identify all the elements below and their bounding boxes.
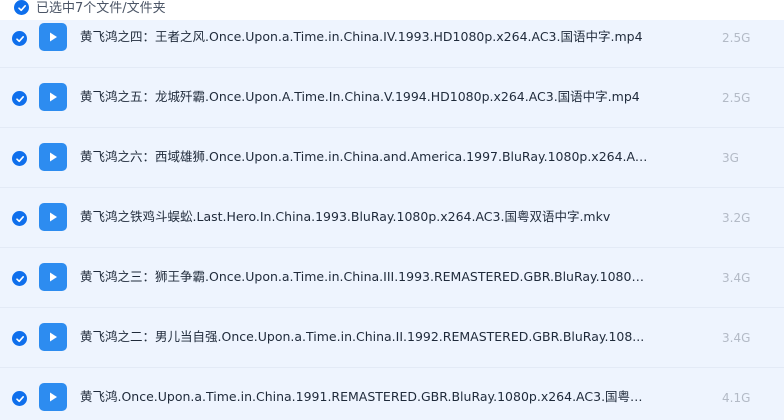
play-icon	[50, 32, 57, 42]
file-row[interactable]: 黄飞鸿.Once.Upon.a.Time.in.China.1991.REMAS…	[0, 368, 784, 420]
file-size: 3.2G	[722, 211, 751, 225]
video-file-icon	[39, 143, 67, 171]
file-size: 4.1G	[722, 391, 751, 405]
play-icon	[50, 392, 57, 402]
play-icon	[50, 212, 57, 222]
file-size: 3.4G	[722, 331, 751, 345]
file-size: 3.4G	[722, 271, 751, 285]
row-checkbox[interactable]	[12, 91, 27, 106]
play-icon	[50, 272, 57, 282]
row-checkbox[interactable]	[12, 31, 27, 46]
row-checkbox[interactable]	[12, 391, 27, 406]
row-checkbox[interactable]	[12, 271, 27, 286]
check-icon	[15, 215, 24, 222]
row-checkbox[interactable]	[12, 211, 27, 226]
file-name[interactable]: 黄飞鸿之二：男儿当自强.Once.Upon.a.Time.in.China.II…	[80, 329, 650, 345]
check-icon	[17, 4, 26, 11]
play-icon	[50, 332, 57, 342]
play-icon	[50, 92, 57, 102]
file-name[interactable]: 黄飞鸿之六：西域雄狮.Once.Upon.a.Time.in.China.and…	[80, 149, 650, 165]
row-checkbox[interactable]	[12, 331, 27, 346]
file-name[interactable]: 黄飞鸿之三：狮王争霸.Once.Upon.a.Time.in.China.III…	[80, 269, 650, 285]
video-file-icon	[39, 383, 67, 411]
video-file-icon	[39, 263, 67, 291]
file-row[interactable]: 黄飞鸿之铁鸡斗蜈蚣.Last.Hero.In.China.1993.BluRay…	[0, 188, 784, 248]
file-row[interactable]: 黄飞鸿之二：男儿当自强.Once.Upon.a.Time.in.China.II…	[0, 308, 784, 368]
video-file-icon	[39, 203, 67, 231]
file-size: 3G	[722, 151, 739, 165]
check-icon	[15, 35, 24, 42]
select-all-checkbox[interactable]	[14, 0, 29, 15]
play-icon	[50, 152, 57, 162]
check-icon	[15, 275, 24, 282]
row-checkbox[interactable]	[12, 151, 27, 166]
selection-summary: 已选中7个文件/文件夹	[36, 1, 166, 16]
file-row[interactable]: 黄飞鸿之三：狮王争霸.Once.Upon.a.Time.in.China.III…	[0, 248, 784, 308]
file-row[interactable]: 黄飞鸿之六：西域雄狮.Once.Upon.a.Time.in.China.and…	[0, 128, 784, 188]
check-icon	[15, 395, 24, 402]
check-icon	[15, 155, 24, 162]
file-size: 2.5G	[722, 91, 751, 105]
file-name[interactable]: 黄飞鸿之四：王者之风.Once.Upon.a.Time.in.China.IV.…	[80, 29, 650, 45]
file-selection-page: 已选中7个文件/文件夹 黄飞鸿之四：王者之风.Once.Upon.a.Time.…	[0, 0, 784, 420]
check-icon	[15, 95, 24, 102]
selection-header: 已选中7个文件/文件夹	[0, 0, 784, 20]
file-name[interactable]: 黄飞鸿之五：龙城歼霸.Once.Upon.A.Time.In.China.V.1…	[80, 89, 650, 105]
check-icon	[15, 335, 24, 342]
file-list: 黄飞鸿之四：王者之风.Once.Upon.a.Time.in.China.IV.…	[0, 8, 784, 420]
file-row[interactable]: 黄飞鸿之五：龙城歼霸.Once.Upon.A.Time.In.China.V.1…	[0, 68, 784, 128]
file-size: 2.5G	[722, 31, 751, 45]
video-file-icon	[39, 83, 67, 111]
file-name[interactable]: 黄飞鸿之铁鸡斗蜈蚣.Last.Hero.In.China.1993.BluRay…	[80, 209, 650, 225]
file-name[interactable]: 黄飞鸿.Once.Upon.a.Time.in.China.1991.REMAS…	[80, 389, 650, 405]
video-file-icon	[39, 323, 67, 351]
video-file-icon	[39, 23, 67, 51]
